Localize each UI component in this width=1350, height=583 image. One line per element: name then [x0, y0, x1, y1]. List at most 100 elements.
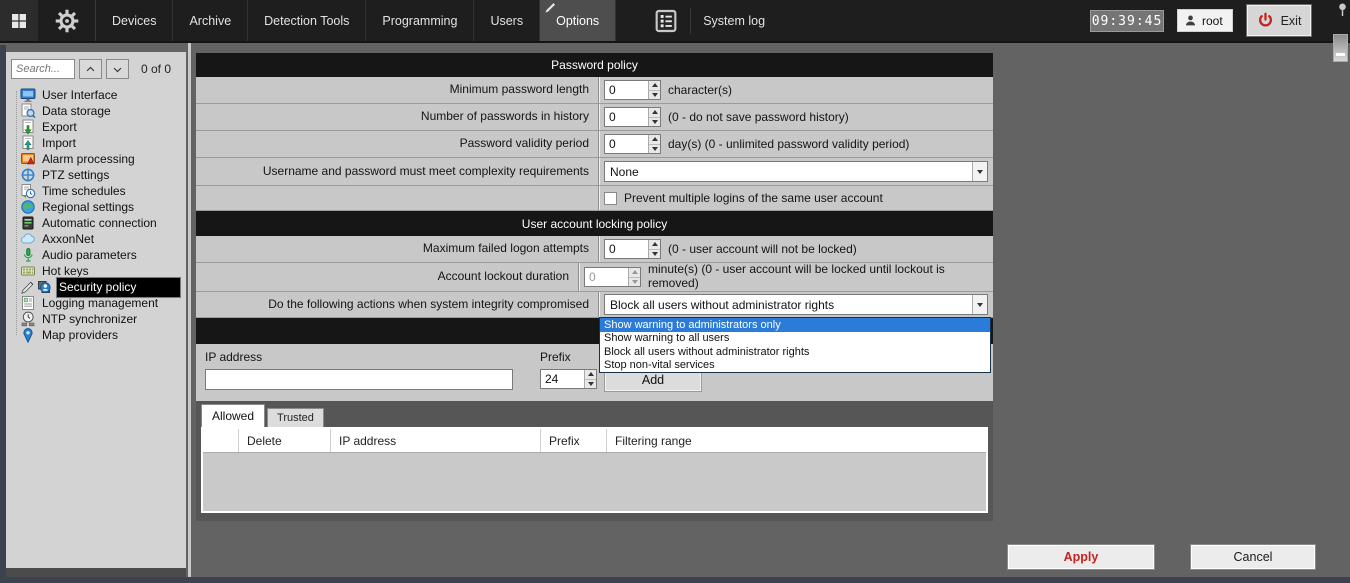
map-pin-icon: [20, 327, 36, 343]
pencil-icon: [20, 280, 35, 295]
tab-programming[interactable]: Programming: [366, 0, 474, 41]
tab-detection-tools[interactable]: Detection Tools: [248, 0, 366, 41]
dropdown-option-show-warning-to-administrators-only[interactable]: Show warning to administrators only: [600, 318, 990, 332]
sidebar-item-label: Export: [40, 120, 79, 134]
sidebar-item-label: Import: [40, 136, 78, 150]
table-header-ip-address: IP address: [331, 429, 541, 452]
system-log-icon: [654, 9, 678, 33]
chevron-down-icon[interactable]: [972, 162, 987, 181]
pin-icon[interactable]: [1337, 2, 1348, 19]
sidebar-item-map-providers[interactable]: Map providers: [20, 327, 186, 343]
sidebar-item-axxonnet[interactable]: AxxonNet: [20, 231, 186, 247]
tab-label: Programming: [382, 14, 457, 28]
prevent-multiple-logins-checkbox[interactable]: [604, 192, 617, 205]
sidebar-item-label: Logging management: [40, 296, 160, 310]
account-locking-header: User account locking policy: [196, 211, 993, 236]
spinner-up-icon[interactable]: [649, 108, 660, 117]
gear-icon: [55, 9, 79, 33]
export-icon: [20, 119, 36, 135]
sidebar-item-export[interactable]: Export: [20, 119, 186, 135]
log-icon: [20, 295, 36, 311]
spinner-down-icon[interactable]: [585, 379, 596, 389]
empty-label-cell: [196, 186, 599, 210]
system-log-button[interactable]: System log: [644, 0, 775, 41]
sidebar-footer-strip: [6, 568, 186, 577]
search-input[interactable]: [11, 59, 75, 79]
prevent-multiple-logins-label: Prevent multiple logins of the same user…: [624, 191, 883, 205]
sidebar-item-label: Audio parameters: [40, 248, 139, 262]
pencil-icon: [543, 0, 559, 16]
sidebar-item-ntp-synchronizer[interactable]: NTP synchronizer: [20, 311, 186, 327]
ip-list-area: Allowed Trusted DeleteIP addressPrefixFi…: [196, 401, 993, 521]
divider: [690, 8, 691, 34]
user-icon: [1184, 14, 1197, 27]
exit-label: Exit: [1281, 14, 1302, 28]
clock-icon: [20, 311, 36, 327]
search-next-button[interactable]: [106, 59, 129, 79]
lockout-duration-label: Account lockout duration: [196, 263, 579, 291]
passwords-history-spinner[interactable]: 0: [604, 107, 661, 127]
min-password-length-spinner[interactable]: 0: [604, 80, 661, 100]
tab-archive[interactable]: Archive: [173, 0, 248, 41]
complexity-requirements-label: Username and password must meet complexi…: [196, 158, 599, 185]
grid-icon: [11, 13, 27, 29]
tab-allowed[interactable]: Allowed: [201, 404, 265, 427]
dropdown-option-show-warning-to-all-users[interactable]: Show warning to all users: [600, 332, 990, 346]
sidebar-item-automatic-connection[interactable]: Automatic connection: [20, 215, 186, 231]
tab-trusted[interactable]: Trusted: [267, 408, 324, 427]
window-frame-bottom: [0, 577, 1350, 583]
sidebar-item-ptz-settings[interactable]: PTZ settings: [20, 167, 186, 183]
integrity-actions-dropdown: Show warning to administrators onlyShow …: [599, 317, 991, 373]
lockout-duration-spinner[interactable]: 0: [584, 267, 641, 287]
settings-gear-button[interactable]: [38, 0, 96, 41]
chevron-down-icon[interactable]: [972, 295, 987, 314]
prefix-spinner[interactable]: 24: [540, 369, 597, 389]
tab-devices[interactable]: Devices: [96, 0, 173, 41]
ip-address-input[interactable]: [205, 369, 513, 390]
dropdown-option-block-all-users-without-administrator-rights[interactable]: Block all users without administrator ri…: [600, 345, 990, 359]
sidebar-item-alarm-processing[interactable]: Alarm processing: [20, 151, 186, 167]
tab-users[interactable]: Users: [474, 0, 540, 41]
security-icon: [36, 279, 52, 295]
spinner-down-icon[interactable]: [649, 90, 660, 100]
min-password-length-label: Minimum password length: [196, 77, 599, 103]
apply-button[interactable]: Apply: [1007, 544, 1155, 570]
spinner-up-icon[interactable]: [649, 81, 660, 90]
layouts-grid-button[interactable]: [0, 0, 38, 41]
integrity-actions-select[interactable]: Block all users without administrator ri…: [604, 294, 988, 315]
sidebar-item-label: Time schedules: [40, 184, 128, 198]
sidebar-item-import[interactable]: Import: [20, 135, 186, 151]
search-prev-button[interactable]: [79, 59, 102, 79]
dropdown-option-stop-non-vital-services[interactable]: Stop non-vital services: [600, 359, 990, 373]
power-icon: [1257, 12, 1274, 29]
spinner-down-icon[interactable]: [649, 249, 660, 259]
table-header-row: DeleteIP addressPrefixFiltering range: [203, 429, 986, 453]
tab-options[interactable]: Options: [540, 0, 616, 41]
complexity-requirements-select[interactable]: None: [604, 161, 988, 182]
collapse-panel-button[interactable]: [1333, 34, 1348, 62]
sidebar-item-audio-parameters[interactable]: Audio parameters: [20, 247, 186, 263]
max-failed-logons-spinner[interactable]: 0: [604, 239, 661, 259]
sidebar-splitter[interactable]: [188, 43, 191, 577]
spinner-down-icon[interactable]: [629, 277, 640, 287]
spinner-up-icon[interactable]: [629, 268, 640, 277]
sidebar-item-user-interface[interactable]: User Interface: [20, 87, 186, 103]
password-policy-header: Password policy: [196, 53, 993, 77]
table-header-prefix: Prefix: [541, 429, 607, 452]
password-validity-suffix: day(s) (0 - unlimited password validity …: [668, 137, 909, 151]
password-validity-spinner[interactable]: 0: [604, 134, 661, 154]
tab-label: Detection Tools: [264, 14, 349, 28]
current-user-button[interactable]: root: [1177, 9, 1233, 32]
exit-button[interactable]: Exit: [1247, 5, 1311, 36]
cancel-button[interactable]: Cancel: [1190, 544, 1316, 570]
spinner-down-icon[interactable]: [649, 144, 660, 154]
spinner-up-icon[interactable]: [649, 135, 660, 144]
sidebar-item-data-storage[interactable]: Data storage: [20, 103, 186, 119]
sidebar-item-label: AxxonNet: [40, 232, 96, 246]
spinner-up-icon[interactable]: [585, 370, 596, 379]
spinner-down-icon[interactable]: [649, 117, 660, 127]
sidebar-item-security-policy[interactable]: Security policy: [20, 279, 186, 295]
sidebar-item-regional-settings[interactable]: Regional settings: [20, 199, 186, 215]
sidebar-item-time-schedules[interactable]: Time schedules: [20, 183, 186, 199]
spinner-up-icon[interactable]: [649, 240, 660, 249]
